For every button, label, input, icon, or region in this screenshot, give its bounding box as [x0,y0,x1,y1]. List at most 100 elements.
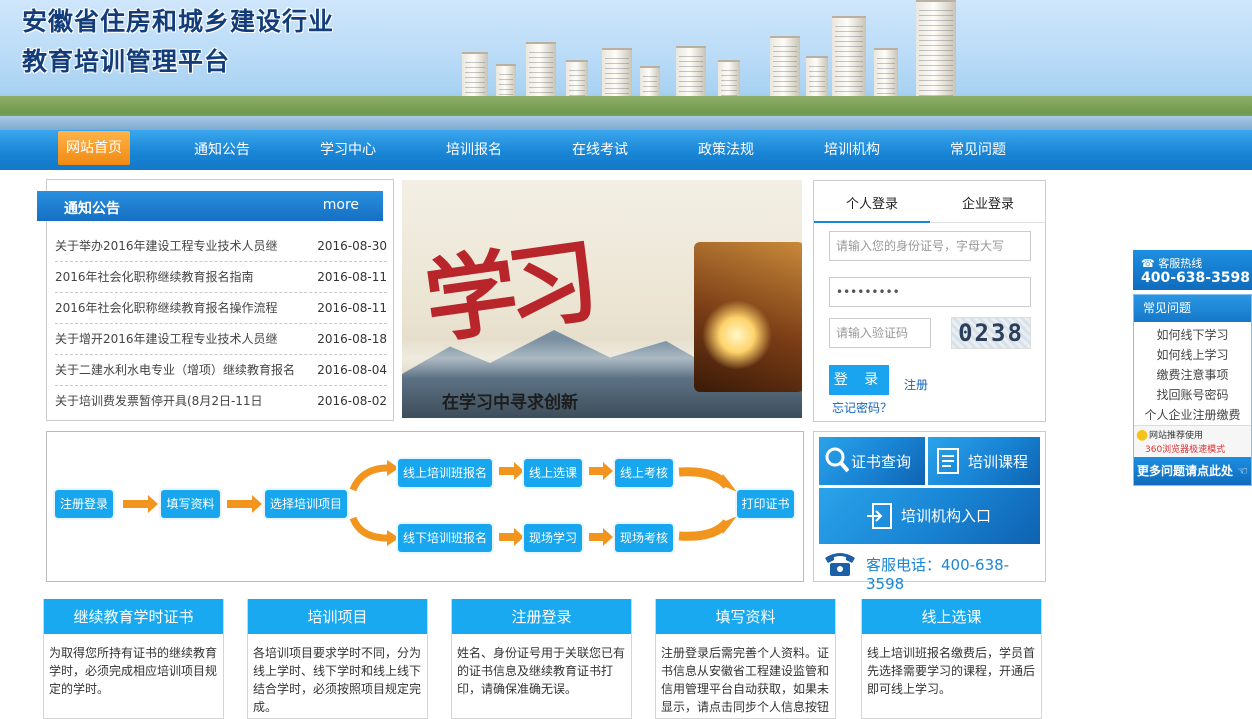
faq-link[interactable]: 找回账号密码 [1134,385,1251,405]
list-item: 2016年社会化职称继续教育报名指南 2016-08-11 [55,262,387,293]
site-title-line2: 教育培训管理平台 [22,47,231,76]
promo-slideshow[interactable]: 学习 在学习中寻求创新 [402,180,802,418]
courses-label: 培训课程 [968,453,1029,471]
building-graphic [770,36,800,104]
hotline-label-text: 客服热线 [1158,257,1203,270]
flow-step-print-cert: 打印证书 [737,490,794,518]
login-button[interactable]: 登 录 [829,365,889,395]
arrow-right-icon [589,462,613,480]
nav-policies[interactable]: 政策法规 [663,130,789,170]
info-card: 线上选课 线上培训班报名缴费后，学员首先选择需要学习的课程，开通后即可线上学习。 [861,599,1042,719]
info-card: 填写资料 注册登录后需完善个人资料。证书信息从安徽省工程建设监管和信用管理平台自… [655,599,836,719]
notice-date: 2016-08-02 [317,394,387,408]
more-faq-link[interactable]: 更多问题请点此处 ☜ [1134,457,1251,485]
card-title[interactable]: 继续教育学时证书 [44,599,223,634]
slide-calligraphy: 学习 [418,227,596,357]
captcha-input[interactable] [829,318,931,348]
hand-pointer-icon: ☜ [1237,464,1248,478]
floating-help-widget: ☎ 客服热线 400-638-3598 常见问题 如何线下学习 如何线上学习 缴… [1133,250,1252,486]
faq-link[interactable]: 缴费注意事项 [1134,365,1251,385]
water-graphic [0,116,1252,130]
card-body: 注册登录后需完善个人资料。证书信息从安徽省工程建设监管和信用管理平台自动获取，如… [661,646,830,714]
tab-company-login[interactable]: 企业登录 [930,193,1046,212]
notice-more-link[interactable]: more [323,197,359,213]
notice-link[interactable]: 关于二建水利水电专业（增项）继续教育报名 [55,355,295,385]
info-card: 注册登录 姓名、身份证号用于关联您已有的证书信息及继续教育证书打印，请确保准确无… [451,599,632,719]
notice-title: 通知公告 [64,201,120,217]
org-entry-button[interactable]: 培训机构入口 [819,488,1040,544]
glow-graphic [702,300,772,370]
faq-box: 常见问题 如何线下学习 如何线上学习 缴费注意事项 找回账号密码 个人企业注册缴… [1133,294,1252,486]
login-door-icon [867,503,892,529]
notice-link[interactable]: 关于培训费发票暂停开具(8月2日-11日 [55,386,295,416]
notice-link[interactable]: 关于增开2016年建设工程专业技术人员继 [55,324,295,354]
card-body: 线上培训班报名缴费后，学员首先选择需要学习的课程，开通后即可线上学习。 [867,646,1036,696]
building-graphic [832,16,866,104]
building-graphic [916,0,956,104]
notice-list: 关于举办2016年建设工程专业技术人员继 2016-08-30 2016年社会化职… [55,231,387,417]
cert-query-button[interactable]: 证书查询 [819,437,925,485]
cert-query-label: 证书查询 [851,453,912,471]
info-card: 继续教育学时证书 为取得您所持有证书的继续教育学时，必须完成相应培训项目规定的学… [43,599,224,719]
notice-panel: 通知公告 more 关于举办2016年建设工程专业技术人员继 2016-08-30… [37,179,394,421]
phone-icon: ☎ [1141,257,1155,270]
id-number-input[interactable] [829,231,1031,261]
list-item: 关于举办2016年建设工程专业技术人员继 2016-08-30 [55,231,387,262]
forgot-password-link[interactable]: 忘记密码？ [832,399,892,416]
faq-link[interactable]: 如何线上学习 [1134,345,1251,365]
flow-step-select-project: 选择培训项目 [265,490,347,518]
telephone-icon [825,553,855,576]
process-flow: 注册登录 填写资料 选择培训项目 线上培训班报名 线上选课 线上考核 线下培训班… [46,431,804,582]
tab-personal-login[interactable]: 个人登录 [814,193,930,212]
list-item: 关于培训费发票暂停开具(8月2日-11日 2016-08-02 [55,386,387,417]
card-title[interactable]: 注册登录 [452,599,631,634]
arrow-right-icon [589,528,613,546]
site-title-line1: 安徽省住房和城乡建设行业 [22,7,335,36]
notice-date: 2016-08-11 [317,301,387,315]
flow-step-online-signup: 线上培训班报名 [398,459,492,487]
nav-home[interactable]: 网站首页 [58,131,130,165]
flow-step-online-exam: 线上考核 [615,459,673,487]
hotline-label: ☎ 客服热线 [1141,255,1202,271]
list-item: 关于增开2016年建设工程专业技术人员继 2016-08-18 [55,324,387,355]
nav-faq[interactable]: 常见问题 [915,130,1041,170]
slide-caption: 在学习中寻求创新 [442,393,578,413]
nav-training-signup[interactable]: 培训报名 [411,130,537,170]
arrow-right-icon [499,462,524,480]
header-banner: 安徽省住房和城乡建设行业 教育培训管理平台 [0,0,1252,130]
password-input[interactable] [829,277,1031,307]
login-panel: 个人登录 企业登录 0238 登 录 注册 忘记密码？ [813,180,1046,422]
notice-link[interactable]: 2016年社会化职称继续教育报名操作流程 [55,293,295,323]
nav-training-orgs[interactable]: 培训机构 [789,130,915,170]
card-title[interactable]: 线上选课 [862,599,1041,634]
more-faq-label: 更多问题请点此处 [1137,464,1234,478]
notice-link[interactable]: 2016年社会化职称继续教育报名指南 [55,262,295,292]
courses-button[interactable]: 培训课程 [928,437,1040,485]
list-item: 关于二建水利水电专业（增项）继续教育报名 2016-08-04 [55,355,387,386]
service-phone: 客服电话：400-638-3598 [866,556,1010,593]
nav-learning-center[interactable]: 学习中心 [285,130,411,170]
faq-link[interactable]: 个人企业注册缴费 [1134,405,1251,425]
recommend-label: 网站推荐使用 [1149,431,1204,441]
flow-step-onsite-study: 现场学习 [524,524,582,552]
faq-link[interactable]: 如何线下学习 [1134,325,1251,345]
notice-link[interactable]: 关于举办2016年建设工程专业技术人员继 [55,231,295,261]
card-body: 各培训项目要求学时不同，分为线上学时、线下学时和线上线下结合学时，必须按照项目规… [253,646,422,714]
card-title[interactable]: 填写资料 [656,599,835,634]
nav-notices[interactable]: 通知公告 [159,130,285,170]
captcha-image[interactable]: 0238 [951,317,1031,349]
org-entry-label: 培训机构入口 [901,507,992,525]
building-graphic [526,42,556,104]
arrow-right-icon [227,495,262,513]
search-icon [825,447,849,473]
info-card: 培训项目 各培训项目要求学时不同，分为线上学时、线下学时和线上线下结合学时，必须… [247,599,428,719]
browser-recommendation: ● 网站推荐使用 360浏览器极速模式 [1134,425,1251,457]
nav-online-exam[interactable]: 在线考试 [537,130,663,170]
register-link[interactable]: 注册 [904,376,928,393]
flow-step-offline-signup: 线下培训班报名 [398,524,492,552]
notice-date: 2016-08-11 [317,270,387,284]
arrow-right-icon [499,528,524,546]
flow-step-fill-info: 填写资料 [161,490,220,518]
card-title[interactable]: 培训项目 [248,599,427,634]
flow-step-online-course: 线上选课 [524,459,582,487]
